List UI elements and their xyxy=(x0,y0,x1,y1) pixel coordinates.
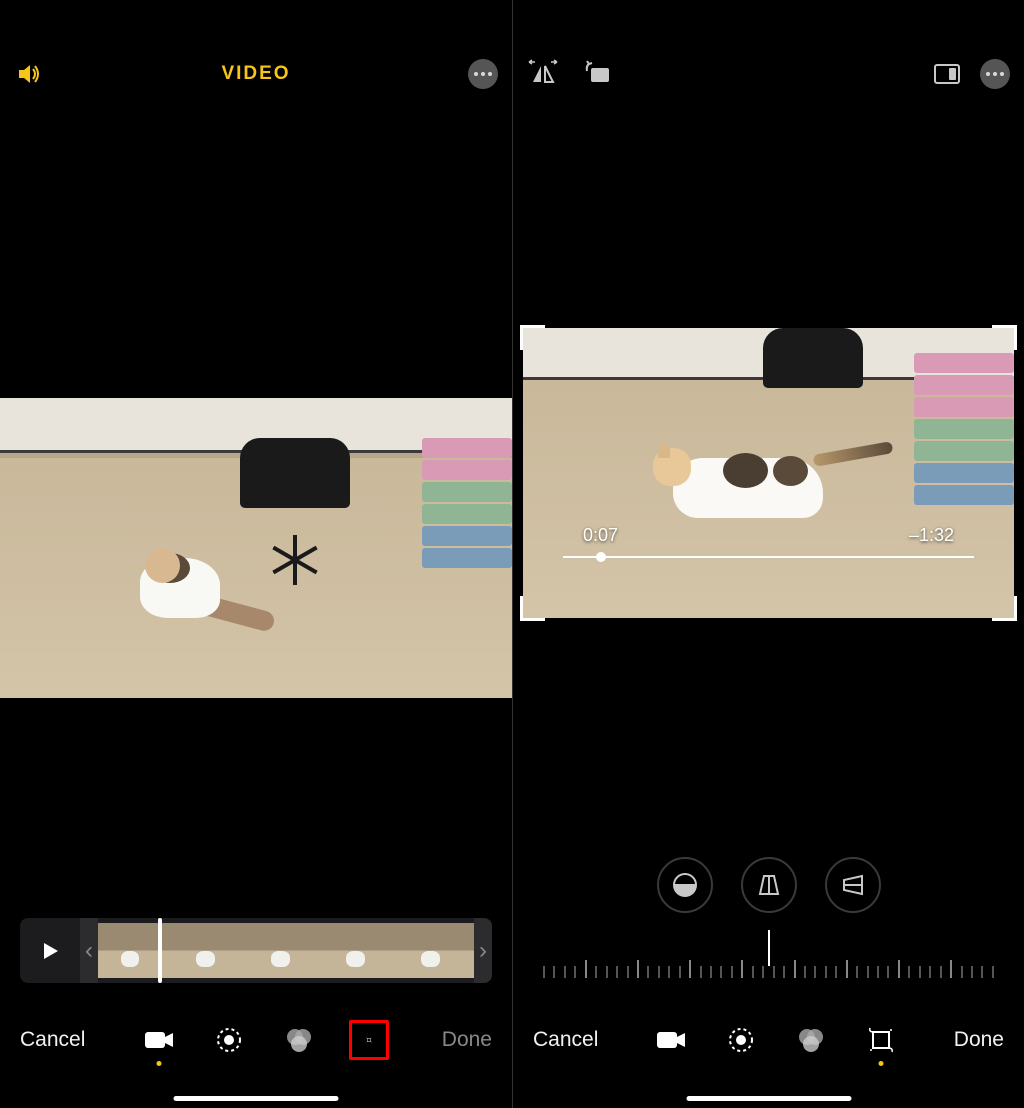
bottom-toolbar: Cancel Done xyxy=(513,990,1024,1090)
done-button[interactable]: Done xyxy=(434,1020,500,1060)
done-button[interactable]: Done xyxy=(946,1020,1012,1060)
ruler-center xyxy=(768,930,770,966)
cancel-button[interactable]: Cancel xyxy=(12,1020,93,1060)
video-edit-screen: VIDEO xyxy=(0,0,512,1108)
mode-title: VIDEO xyxy=(221,63,290,85)
crop-tool-icon[interactable] xyxy=(349,1020,389,1060)
topbar-right xyxy=(513,0,1024,108)
video-tool-icon[interactable] xyxy=(651,1020,691,1060)
topbar-left: VIDEO xyxy=(0,0,512,108)
filters-tool-icon[interactable] xyxy=(791,1020,831,1060)
rotate-icon[interactable] xyxy=(583,58,613,91)
adjust-tool-icon[interactable] xyxy=(209,1020,249,1060)
straighten-controls xyxy=(513,857,1024,913)
straighten-ruler[interactable] xyxy=(543,938,994,978)
tool-icons xyxy=(651,1020,901,1060)
flip-icon[interactable] xyxy=(527,58,559,91)
crop-corner-br[interactable] xyxy=(992,596,1017,621)
crop-corner-bl[interactable] xyxy=(520,596,545,621)
sound-icon[interactable] xyxy=(14,59,44,89)
video-preview-area: ‹ › Cancel xyxy=(0,108,512,1108)
more-icon[interactable] xyxy=(980,59,1010,89)
home-indicator[interactable] xyxy=(174,1096,339,1101)
trim-handle-left[interactable]: ‹ xyxy=(80,918,98,983)
trim-handle-right[interactable]: › xyxy=(474,918,492,983)
tool-icons xyxy=(139,1020,389,1060)
crop-frame[interactable]: 0:07 –1:32 xyxy=(523,328,1014,618)
timeline-thumbnails[interactable] xyxy=(98,923,474,978)
bottom-toolbar: Cancel Done xyxy=(0,990,512,1090)
aspect-icon[interactable] xyxy=(934,64,960,84)
active-indicator xyxy=(156,1061,161,1066)
crop-corner-tl[interactable] xyxy=(520,325,545,350)
video-tool-icon[interactable] xyxy=(139,1020,179,1060)
playhead[interactable] xyxy=(158,918,162,983)
home-indicator[interactable] xyxy=(686,1096,851,1101)
video-frame[interactable] xyxy=(0,398,512,698)
crop-edit-screen: 0:07 –1:32 xyxy=(512,0,1024,1108)
crop-handles[interactable] xyxy=(523,328,1014,618)
vertical-perspective-icon[interactable] xyxy=(741,857,797,913)
horizon-icon[interactable] xyxy=(657,857,713,913)
crop-corner-tr[interactable] xyxy=(992,325,1017,350)
crop-preview-area: 0:07 –1:32 xyxy=(513,108,1024,1108)
play-button[interactable] xyxy=(20,918,80,983)
more-icon[interactable] xyxy=(468,59,498,89)
active-indicator xyxy=(879,1061,884,1066)
crop-tool-icon[interactable] xyxy=(861,1020,901,1060)
filters-tool-icon[interactable] xyxy=(279,1020,319,1060)
adjust-tool-icon[interactable] xyxy=(721,1020,761,1060)
timeline[interactable]: ‹ › xyxy=(20,918,492,983)
cancel-button[interactable]: Cancel xyxy=(525,1020,606,1060)
horizontal-perspective-icon[interactable] xyxy=(825,857,881,913)
